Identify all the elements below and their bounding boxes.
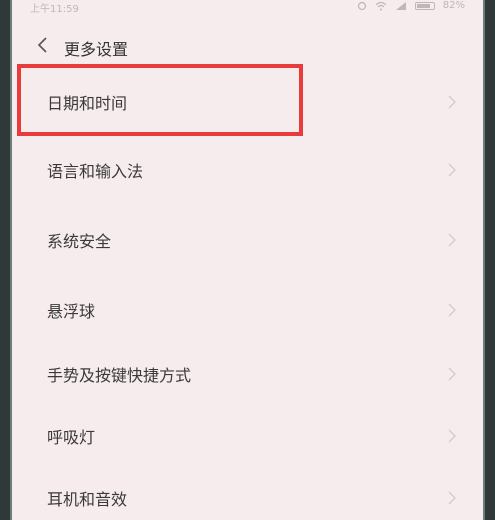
list-item-language-input[interactable]: 语言和输入法 — [12, 140, 483, 200]
list-item-label: 悬浮球 — [47, 302, 96, 321]
status-time: 上午11:59 — [30, 4, 79, 15]
list-item-label: 呼吸灯 — [47, 428, 96, 447]
list-item-label: 语言和输入法 — [47, 162, 144, 181]
wifi-icon — [375, 1, 387, 10]
chevron-right-icon — [448, 303, 456, 317]
list-item-gesture-shortcuts[interactable]: 手势及按键快捷方式 — [12, 344, 483, 404]
highlight-box — [17, 64, 303, 136]
chevron-right-icon — [448, 233, 456, 247]
alarm-icon — [357, 1, 366, 10]
battery-icon — [414, 1, 435, 10]
signal-icon — [395, 1, 406, 10]
list-item-label: 耳机和音效 — [47, 490, 128, 509]
status-icons: 82% — [357, 0, 465, 11]
chevron-right-icon — [448, 95, 456, 109]
chevron-right-icon — [448, 367, 456, 381]
phone-screen: 上午11:59 82% 更多设置 日期和时间 语言和输入法 系统安全 悬浮球 手… — [10, 0, 485, 520]
list-item-label: 手势及按键快捷方式 — [47, 366, 192, 385]
chevron-right-icon — [448, 491, 456, 505]
list-item-breathing-light[interactable]: 呼吸灯 — [12, 406, 483, 466]
page-header: 更多设置 — [12, 32, 483, 62]
chevron-right-icon — [448, 429, 456, 443]
list-item-headphones-audio[interactable]: 耳机和音效 — [12, 468, 483, 520]
list-item-system-security[interactable]: 系统安全 — [12, 210, 483, 270]
page-title: 更多设置 — [64, 40, 129, 59]
list-item-floating-ball[interactable]: 悬浮球 — [12, 280, 483, 340]
status-bar: 上午11:59 82% — [12, 0, 483, 15]
chevron-right-icon — [448, 163, 456, 177]
back-arrow-icon[interactable] — [34, 36, 52, 54]
list-item-label: 系统安全 — [47, 232, 112, 251]
battery-percent: 82% — [442, 0, 465, 11]
